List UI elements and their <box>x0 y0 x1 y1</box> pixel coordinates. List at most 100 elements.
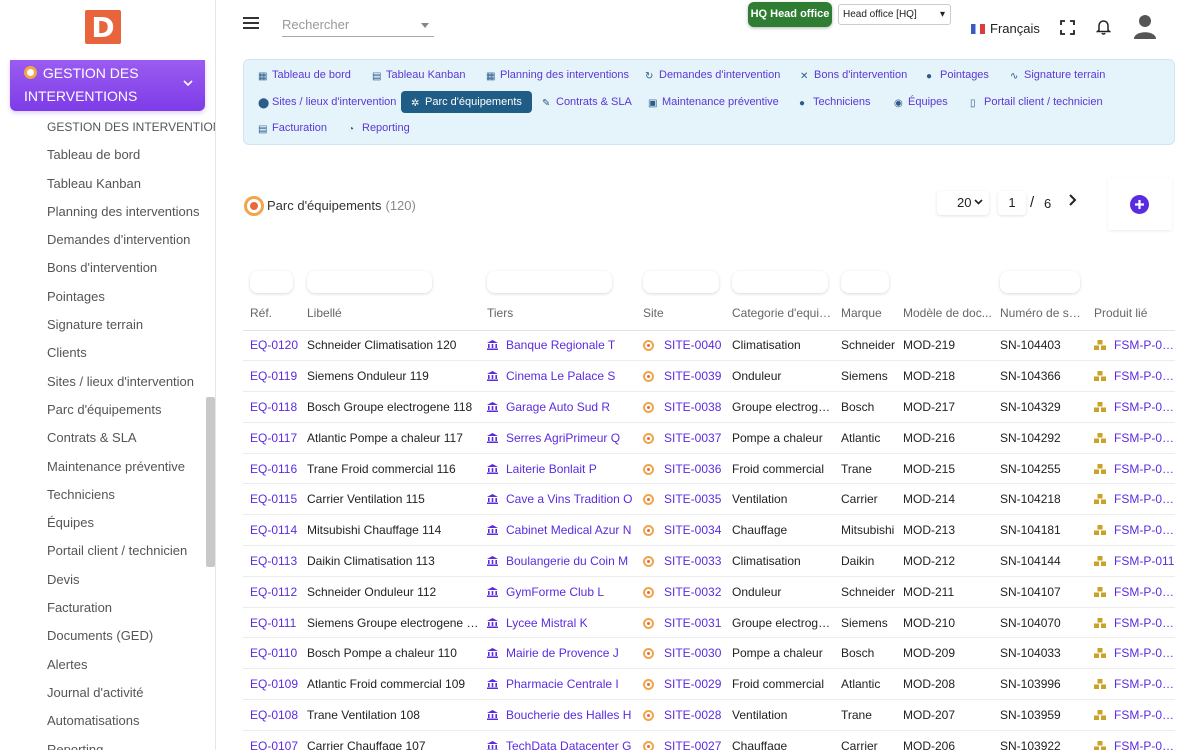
quicknav-item[interactable]: ● Techniciens <box>799 91 870 113</box>
sidebar-item[interactable]: Documents (GED) <box>47 623 215 651</box>
filter-label-input[interactable] <box>307 271 432 293</box>
column-header[interactable]: Réf. <box>243 296 300 331</box>
sidebar-item[interactable]: Demandes d'intervention <box>47 227 215 255</box>
quicknav-item[interactable]: ◔ Reporting <box>348 117 410 139</box>
column-header[interactable]: Site <box>636 296 725 331</box>
filter-serial-input[interactable] <box>1000 271 1080 293</box>
cell-ref[interactable]: EQ-0107 <box>243 730 300 750</box>
table-row[interactable]: EQ-0119 Siemens Onduleur 119 Cinema Le Pal… <box>243 360 1175 393</box>
sidebar-item[interactable]: Portail client / technicien <box>47 538 215 566</box>
cell-tiers[interactable]: GymForme Club L <box>480 576 636 608</box>
fullscreen-icon[interactable] <box>1060 20 1075 35</box>
cell-product[interactable]: FSM-P-005 <box>1087 360 1175 393</box>
cell-ref[interactable]: EQ-0108 <box>243 699 300 731</box>
cell-ref[interactable]: EQ-0118 <box>243 391 300 423</box>
sidebar-item[interactable]: GESTION DES INTERVENTIONS <box>47 114 215 142</box>
quicknav-item[interactable]: ● Pointages <box>926 64 989 86</box>
sidebar-scrollbar[interactable] <box>206 397 215 567</box>
cell-product[interactable]: FSM-P-009 <box>1087 607 1175 639</box>
cell-site[interactable]: SITE-0034 <box>636 514 725 547</box>
table-row[interactable]: EQ-0117 Atlantic Pompe a chaleur 117 Serre… <box>243 422 1175 454</box>
cell-ref[interactable]: EQ-0120 <box>243 330 300 362</box>
table-row[interactable]: EQ-0115 Carrier Ventilation 115 Cave a Vin… <box>243 483 1175 516</box>
app-logo[interactable]: D <box>85 10 121 44</box>
cell-ref[interactable]: EQ-0116 <box>243 453 300 485</box>
cell-tiers[interactable]: Cabinet Medical Azur N <box>480 514 636 547</box>
cell-product[interactable]: FSM-P-010 <box>1087 576 1175 608</box>
table-row[interactable]: EQ-0110 Bosch Pompe a chaleur 110 Mairie d… <box>243 637 1175 670</box>
quicknav-item[interactable]: ▤ Facturation <box>258 117 327 139</box>
cell-product[interactable]: FSM-P-003 <box>1087 422 1175 454</box>
column-header[interactable]: Categorie d'equip... <box>725 296 834 331</box>
cell-ref[interactable]: EQ-0117 <box>243 422 300 454</box>
column-header[interactable]: Libellé <box>300 296 480 331</box>
cell-ref[interactable]: EQ-0109 <box>243 668 300 701</box>
quicknav-item[interactable]: ▤ Tableau Kanban <box>372 64 466 86</box>
cell-product[interactable]: FSM-P-014 <box>1087 453 1175 485</box>
cell-tiers[interactable]: Cinema Le Palace S <box>480 360 636 393</box>
sidebar-item[interactable]: Signature terrain <box>47 312 215 340</box>
next-page-button[interactable] <box>1068 193 1082 213</box>
sidebar-item[interactable]: Contrats & SLA <box>47 425 215 453</box>
sidebar-item[interactable]: Reporting <box>47 737 215 750</box>
quicknav-item[interactable]: ▦ Planning des interventions <box>486 64 629 86</box>
cell-site[interactable]: SITE-0037 <box>636 422 725 454</box>
cell-product[interactable]: FSM-P-007 <box>1087 668 1175 701</box>
sidebar-item[interactable]: Bons d'intervention <box>47 255 215 283</box>
cell-ref[interactable]: EQ-0112 <box>243 576 300 608</box>
table-row[interactable]: EQ-0120 Schneider Climatisation 120 Banque… <box>243 330 1175 362</box>
sidebar-item[interactable]: Parc d'équipements <box>47 397 215 425</box>
user-avatar[interactable] <box>1133 13 1157 39</box>
cell-tiers[interactable]: Mairie de Provence J <box>480 637 636 670</box>
quicknav-item[interactable]: ✕ Bons d'intervention <box>800 64 907 86</box>
column-header[interactable]: Produit lié <box>1087 296 1175 331</box>
cell-tiers[interactable]: Cave a Vins Tradition O <box>480 483 636 516</box>
sidebar-item[interactable]: Pointages <box>47 284 215 312</box>
cell-site[interactable]: SITE-0033 <box>636 545 725 577</box>
cell-site[interactable]: SITE-0027 <box>636 730 725 750</box>
sidebar-item[interactable]: Équipes <box>47 510 215 538</box>
language-selector[interactable]: Français <box>971 21 1040 36</box>
hamburger-menu-icon[interactable] <box>243 17 259 31</box>
table-row[interactable]: EQ-0108 Trane Ventilation 108 Boucherie de… <box>243 699 1175 731</box>
cell-ref[interactable]: EQ-0110 <box>243 637 300 670</box>
cell-site[interactable]: SITE-0031 <box>636 607 725 639</box>
cell-tiers[interactable]: Serres AgriPrimeur Q <box>480 422 636 454</box>
cell-product[interactable]: FSM-P-005 <box>1087 730 1175 750</box>
table-row[interactable]: EQ-0111 Siemens Groupe electrogene 111 Lyc… <box>243 607 1175 639</box>
quicknav-item[interactable]: ⬤ Sites / lieux d'intervention <box>258 91 396 113</box>
cell-ref[interactable]: EQ-0111 <box>243 607 300 639</box>
cell-tiers[interactable]: Laiterie Bonlait P <box>480 453 636 485</box>
cell-site[interactable]: SITE-0038 <box>636 391 725 423</box>
sidebar-item[interactable]: Automatisations <box>47 708 215 736</box>
cell-site[interactable]: SITE-0028 <box>636 699 725 731</box>
cell-product[interactable]: FSM-P-008 <box>1087 637 1175 670</box>
cell-site[interactable]: SITE-0040 <box>636 330 725 362</box>
cell-ref[interactable]: EQ-0114 <box>243 514 300 547</box>
cell-tiers[interactable]: TechData Datacenter G <box>480 730 636 750</box>
cell-tiers[interactable]: Lycee Mistral K <box>480 607 636 639</box>
quicknav-item[interactable]: ▯ Portail client / technicien <box>970 91 1103 113</box>
cell-ref[interactable]: EQ-0119 <box>243 360 300 393</box>
cell-site[interactable]: SITE-0036 <box>636 453 725 485</box>
table-row[interactable]: EQ-0114 Mitsubishi Chauffage 114 Cabinet M… <box>243 514 1175 547</box>
cell-tiers[interactable]: Pharmacie Centrale I <box>480 668 636 701</box>
sidebar-item[interactable]: Facturation <box>47 595 215 623</box>
filter-site-input[interactable] <box>643 271 719 293</box>
hq-badge-button[interactable]: HQ Head office <box>748 2 832 27</box>
add-equipment-button[interactable] <box>1130 195 1149 214</box>
cell-product[interactable]: FSM-P-012 <box>1087 514 1175 547</box>
filter-tiers-input[interactable] <box>487 271 612 293</box>
sidebar-item[interactable]: Alertes <box>47 652 215 680</box>
cell-ref[interactable]: EQ-0113 <box>243 545 300 577</box>
cell-site[interactable]: SITE-0032 <box>636 576 725 608</box>
per-page-select[interactable]: 20 <box>937 191 989 215</box>
bell-icon[interactable] <box>1095 19 1112 35</box>
sidebar-item[interactable]: Sites / lieux d'intervention <box>47 369 215 397</box>
cell-product[interactable]: FSM-P-006 <box>1087 699 1175 731</box>
sidebar-item[interactable]: Planning des interventions <box>47 199 215 227</box>
sidebar-item[interactable]: Clients <box>47 340 215 368</box>
cell-site[interactable]: SITE-0039 <box>636 360 725 393</box>
sidebar-item[interactable]: Techniciens <box>47 482 215 510</box>
filter-category-input[interactable] <box>732 271 828 293</box>
